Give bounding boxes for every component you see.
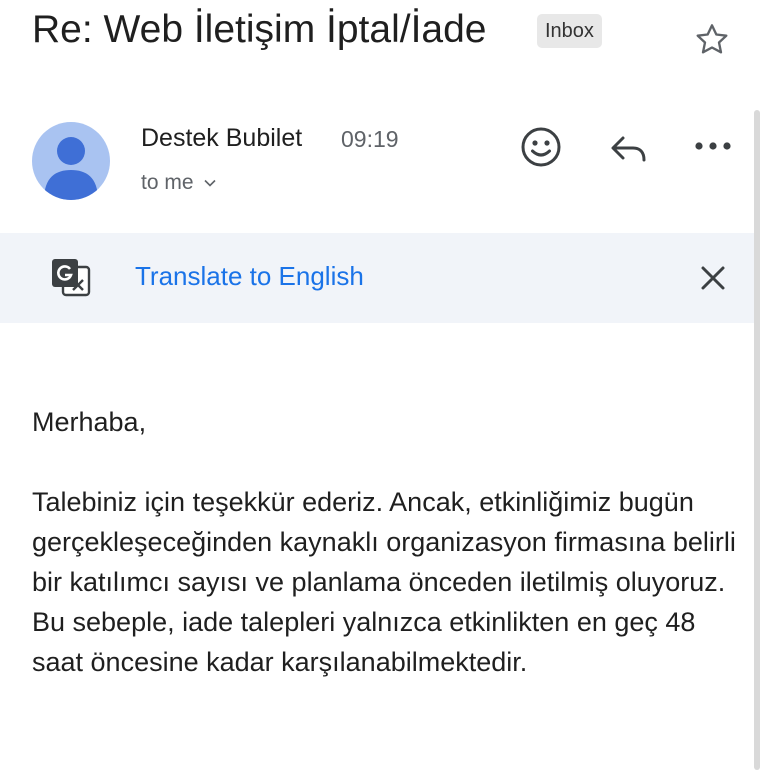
email-subject: Re: Web İletişim İptal/İade xyxy=(32,8,487,51)
email-time: 09:19 xyxy=(341,126,399,152)
google-translate-icon xyxy=(50,257,92,299)
reply-arrow-icon xyxy=(611,136,646,162)
scrollbar[interactable] xyxy=(754,110,760,770)
more-options-button[interactable] xyxy=(690,128,736,164)
subject-row: Re: Web İletişim İptal/İade Inbox xyxy=(32,4,748,60)
chevron-down-icon xyxy=(204,180,216,188)
inbox-label[interactable]: Inbox xyxy=(537,14,602,48)
recipient-label: to me xyxy=(141,171,194,194)
emoji-react-button[interactable] xyxy=(518,124,564,170)
more-horizontal-icon xyxy=(695,142,731,150)
star-icon[interactable] xyxy=(692,20,732,60)
person-avatar-icon xyxy=(44,137,98,200)
email-body: Merhaba, Talebiniz için teşekkür ederiz.… xyxy=(32,402,742,722)
translate-link[interactable]: Translate to English xyxy=(135,261,364,292)
sender-avatar[interactable] xyxy=(32,122,110,200)
close-icon xyxy=(701,266,725,290)
reply-button[interactable] xyxy=(606,126,650,170)
body-paragraph: Merhaba, xyxy=(32,407,147,437)
close-translate-button[interactable] xyxy=(694,259,732,297)
body-paragraph: Talebiniz için teşekkür ederiz. Ancak, e… xyxy=(32,487,736,677)
recipient-toggle[interactable]: to me xyxy=(141,171,217,195)
translate-bar: Translate to English xyxy=(0,233,754,323)
smiley-face-icon xyxy=(521,127,561,167)
sender-name[interactable]: Destek Bubilet xyxy=(141,124,302,153)
